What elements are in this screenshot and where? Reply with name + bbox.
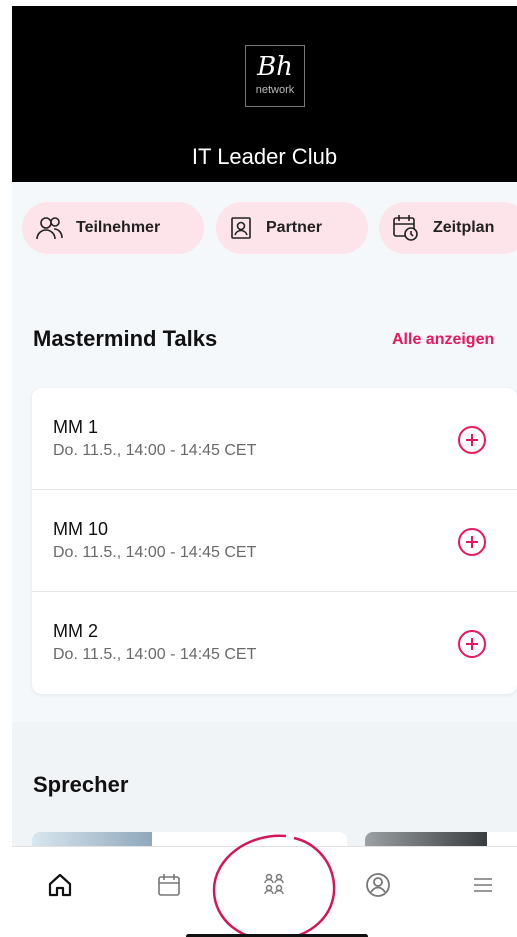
event-header: Bh network IT Leader Club: [12, 6, 517, 182]
list-item[interactable]: MM 10 Do. 11.5., 14:00 - 14:45 CET: [32, 490, 517, 592]
pill-label: Teilnehmer: [76, 219, 161, 236]
list-item[interactable]: MM 1 Do. 11.5., 14:00 - 14:45 CET: [32, 388, 517, 490]
speakers-title: Sprecher: [33, 772, 129, 797]
menu-icon: [474, 878, 492, 892]
pill-zeitplan[interactable]: Zeitplan: [379, 202, 517, 254]
talk-time: Do. 11.5., 14:00 - 14:45 CET: [53, 442, 257, 459]
logo-mark: Bh: [257, 52, 293, 82]
talk-name: MM 1: [53, 417, 98, 437]
add-circle-icon[interactable]: [457, 527, 487, 557]
add-circle-icon[interactable]: [457, 629, 487, 659]
talk-time: Do. 11.5., 14:00 - 14:45 CET: [53, 544, 257, 561]
people-icon: [36, 217, 63, 240]
pill-label: Partner: [266, 219, 323, 236]
app-screen: Bh network IT Leader Club Teilnehmer Par…: [12, 6, 517, 937]
profile-icon: [366, 873, 390, 897]
talk-time: Do. 11.5., 14:00 - 14:45 CET: [53, 646, 257, 663]
annotation-circle: [212, 834, 336, 937]
badge-icon: [231, 217, 251, 239]
pill-partner[interactable]: Partner: [216, 202, 368, 254]
event-logo: Bh network: [245, 45, 305, 107]
calendar-icon: [158, 874, 180, 896]
quick-links: Teilnehmer Partner Zeitplan: [12, 202, 517, 254]
pill-teilnehmer[interactable]: Teilnehmer: [22, 202, 204, 254]
tab-profile[interactable]: [360, 867, 396, 903]
home-icon: [48, 873, 72, 897]
page-title: IT Leader Club: [191, 144, 338, 169]
tab-schedule[interactable]: [151, 867, 187, 903]
calendar-clock-icon: [393, 215, 418, 241]
mastermind-title: Mastermind Talks: [33, 326, 218, 351]
talks-card: MM 1 Do. 11.5., 14:00 - 14:45 CET MM 10 …: [32, 388, 517, 694]
add-circle-icon[interactable]: [457, 425, 487, 455]
logo-subtitle: network: [255, 84, 295, 96]
talk-name: MM 2: [53, 621, 98, 641]
pill-label: Zeitplan: [433, 219, 495, 236]
tab-home[interactable]: [42, 867, 78, 903]
tab-menu[interactable]: [465, 867, 501, 903]
see-all-link[interactable]: Alle anzeigen: [392, 331, 494, 349]
talk-name: MM 10: [53, 519, 109, 539]
list-item[interactable]: MM 2 Do. 11.5., 14:00 - 14:45 CET: [32, 592, 517, 694]
